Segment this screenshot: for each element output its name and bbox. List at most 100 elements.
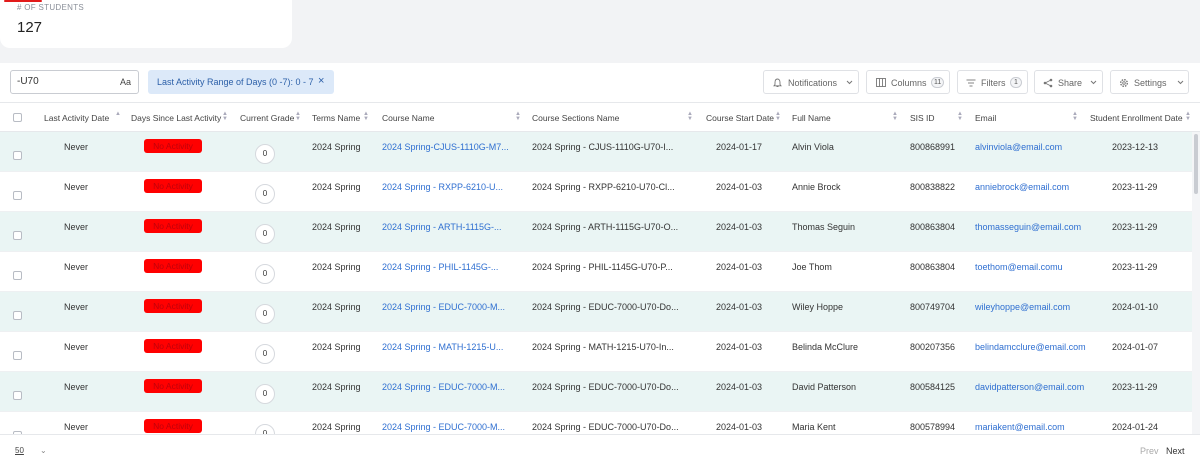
notifications-button[interactable]: Notifications xyxy=(763,70,859,94)
course-section-cell: 2024 Spring - PHIL-1145G-U70-P... xyxy=(532,262,673,272)
sort-icon[interactable]: ▲ ▼ xyxy=(222,111,228,122)
sort-asc-icon[interactable]: ▲ xyxy=(115,111,121,117)
active-filter-chip[interactable]: Last Activity Range of Days (0 -7): 0 - … xyxy=(148,70,334,94)
sort-icon[interactable]: ▲ ▼ xyxy=(687,111,693,122)
full-name-cell: Annie Brock xyxy=(792,182,841,192)
column-header-terms-name[interactable]: Terms Name xyxy=(312,113,360,123)
chevron-down-icon[interactable]: ⌄ xyxy=(40,446,47,455)
row-checkbox[interactable] xyxy=(13,151,22,160)
column-header-last-activity-date[interactable]: Last Activity Date xyxy=(44,113,109,123)
course-name-link[interactable]: 2024 Spring - PHIL-1145G-... xyxy=(382,262,498,272)
search-input[interactable] xyxy=(17,76,117,87)
sort-icon[interactable]: ▲ ▼ xyxy=(775,111,781,122)
table-row[interactable]: Never No Activity 0 2024 Spring 2024 Spr… xyxy=(0,292,1192,332)
column-header-course-name[interactable]: Course Name xyxy=(382,113,434,123)
card-accent-bar xyxy=(4,0,42,2)
email-link[interactable]: davidpatterson@email.com xyxy=(975,382,1084,392)
filters-count-badge: 1 xyxy=(1010,77,1022,88)
row-checkbox[interactable] xyxy=(13,351,22,360)
enrollment-date-cell: 2023-11-29 xyxy=(1112,222,1158,232)
table-row[interactable]: Never No Activity 0 2024 Spring 2024 Spr… xyxy=(0,212,1192,252)
email-link[interactable]: alvinviola@email.com xyxy=(975,142,1062,152)
column-header-current-grade[interactable]: Current Grade xyxy=(240,113,294,123)
row-checkbox[interactable] xyxy=(13,391,22,400)
no-activity-badge: No Activity xyxy=(144,339,202,353)
column-header-course-sections-name[interactable]: Course Sections Name xyxy=(532,113,619,123)
sort-icon[interactable]: ▲ ▼ xyxy=(363,111,369,122)
prev-page-button[interactable]: Prev xyxy=(1140,446,1159,456)
column-header-course-start-date[interactable]: Course Start Date xyxy=(706,113,774,123)
current-grade-value: 0 xyxy=(255,424,275,434)
column-header-student-enrollment-date[interactable]: Student Enrollment Date xyxy=(1090,113,1183,123)
row-checkbox[interactable] xyxy=(13,271,22,280)
pagination-footer: 50 ⌄ Prev Next xyxy=(0,434,1200,465)
chevron-down-icon xyxy=(1177,80,1184,85)
column-header-days-since-last-activity[interactable]: Days Since Last Activity xyxy=(131,113,221,123)
sort-icon[interactable]: ▲ ▼ xyxy=(295,111,301,122)
filter-lines-icon xyxy=(966,79,976,87)
match-case-toggle[interactable]: Aa xyxy=(120,77,131,87)
table-row[interactable]: Never No Activity 0 2024 Spring 2024 Spr… xyxy=(0,132,1192,172)
student-count-label: # OF STUDENTS xyxy=(17,3,85,12)
course-name-link[interactable]: 2024 Spring - EDUC-7000-M... xyxy=(382,382,505,392)
course-section-cell: 2024 Spring - MATH-1215-U70-In... xyxy=(532,342,674,352)
page-size-select[interactable]: 50 xyxy=(15,446,24,455)
course-start-date-cell: 2024-01-03 xyxy=(716,182,763,192)
email-link[interactable]: anniebrock@email.com xyxy=(975,182,1069,192)
sort-icon[interactable]: ▲ ▼ xyxy=(892,111,898,122)
course-section-cell: 2024 Spring - CJUS-1110G-U70-I... xyxy=(532,142,674,152)
term-cell: 2024 Spring xyxy=(312,142,361,152)
full-name-cell: David Patterson xyxy=(792,382,857,392)
course-name-link[interactable]: 2024 Spring - EDUC-7000-M... xyxy=(382,302,505,312)
current-grade-value: 0 xyxy=(255,224,275,244)
table-row[interactable]: Never No Activity 0 2024 Spring 2024 Spr… xyxy=(0,332,1192,372)
share-button[interactable]: Share xyxy=(1034,70,1103,94)
row-checkbox[interactable] xyxy=(13,191,22,200)
row-checkbox[interactable] xyxy=(13,311,22,320)
email-link[interactable]: thomasseguin@email.com xyxy=(975,222,1081,232)
select-all-checkbox[interactable] xyxy=(13,113,22,122)
student-count-value: 127 xyxy=(17,19,43,36)
sort-icon[interactable]: ▲ ▼ xyxy=(515,111,521,122)
columns-button[interactable]: Columns 11 xyxy=(866,70,950,94)
next-page-button[interactable]: Next xyxy=(1166,446,1185,456)
sort-icon[interactable]: ▲ ▼ xyxy=(1072,111,1078,122)
columns-count-badge: 11 xyxy=(931,77,945,88)
sis-id-cell: 800578994 xyxy=(910,422,956,432)
sort-icon[interactable]: ▲ ▼ xyxy=(1185,111,1191,122)
course-section-cell: 2024 Spring - EDUC-7000-U70-Do... xyxy=(532,382,679,392)
sis-id-cell: 800863804 xyxy=(910,222,956,232)
course-section-cell: 2024 Spring - EDUC-7000-U70-Do... xyxy=(532,302,679,312)
course-name-link[interactable]: 2024 Spring - ARTH-1115G-... xyxy=(382,222,502,232)
column-header-email[interactable]: Email xyxy=(975,113,996,123)
filters-button[interactable]: Filters 1 xyxy=(957,70,1028,94)
table-row[interactable]: Never No Activity 0 2024 Spring 2024 Spr… xyxy=(0,172,1192,212)
table-row[interactable]: Never No Activity 0 2024 Spring 2024 Spr… xyxy=(0,372,1192,412)
term-cell: 2024 Spring xyxy=(312,182,361,192)
course-name-link[interactable]: 2024 Spring - RXPP-6210-U... xyxy=(382,182,503,192)
row-checkbox[interactable] xyxy=(13,231,22,240)
last-activity-cell: Never xyxy=(64,222,89,232)
course-name-link[interactable]: 2024 Spring - MATH-1215-U... xyxy=(382,342,503,352)
course-start-date-cell: 2024-01-03 xyxy=(716,302,763,312)
filter-chip-close-icon[interactable]: × xyxy=(318,75,324,87)
current-grade-value: 0 xyxy=(255,264,275,284)
column-header-full-name[interactable]: Full Name xyxy=(792,113,831,123)
course-name-link[interactable]: 2024 Spring-CJUS-1110G-M7... xyxy=(382,142,509,152)
vertical-scrollbar[interactable] xyxy=(1192,132,1200,434)
sort-icon[interactable]: ▲ ▼ xyxy=(957,111,963,122)
no-activity-badge: No Activity xyxy=(144,259,202,273)
table-row[interactable]: Never No Activity 0 2024 Spring 2024 Spr… xyxy=(0,412,1192,434)
no-activity-badge: No Activity xyxy=(144,139,202,153)
column-header-sis-id[interactable]: SIS ID xyxy=(910,113,935,123)
email-link[interactable]: wileyhoppe@email.com xyxy=(975,302,1070,312)
sis-id-cell: 800749704 xyxy=(910,302,956,312)
email-link[interactable]: belindamcclure@email.com xyxy=(975,342,1086,352)
settings-button[interactable]: Settings xyxy=(1110,70,1189,94)
email-link[interactable]: toethom@email.comu xyxy=(975,262,1063,272)
email-link[interactable]: mariakent@email.com xyxy=(975,422,1065,432)
table-row[interactable]: Never No Activity 0 2024 Spring 2024 Spr… xyxy=(0,252,1192,292)
student-count-card: # OF STUDENTS 127 xyxy=(0,0,292,48)
course-name-link[interactable]: 2024 Spring - EDUC-7000-M... xyxy=(382,422,505,432)
scrollbar-thumb[interactable] xyxy=(1194,134,1198,194)
